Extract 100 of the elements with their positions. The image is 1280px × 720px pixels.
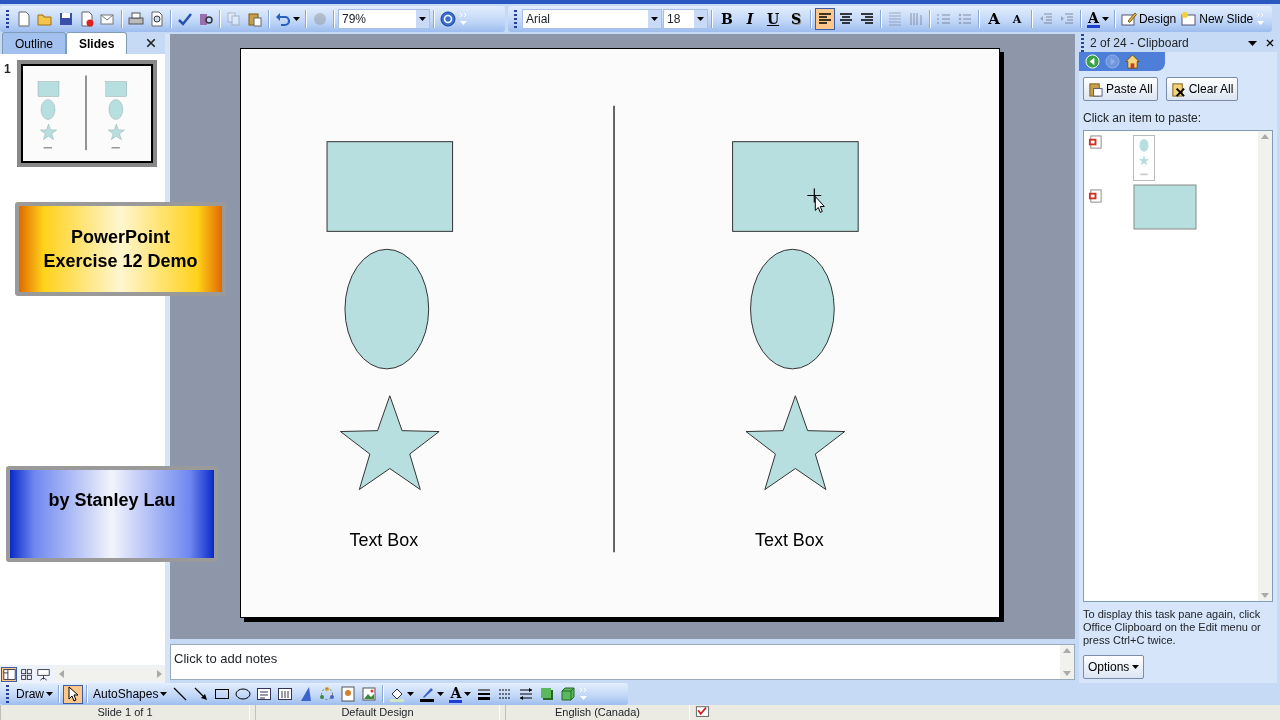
- text-box[interactable]: Text Box: [349, 530, 419, 551]
- task-pane-title: 2 of 24 - Clipboard: [1090, 35, 1190, 52]
- close-icon[interactable]: [145, 37, 157, 49]
- draw-menu-button[interactable]: Draw: [14, 684, 55, 704]
- slide-preview: [1133, 135, 1155, 181]
- autoshapes-menu-button[interactable]: AutoShapes: [91, 684, 170, 704]
- paste-all-icon: [1088, 81, 1103, 97]
- new-document-icon: [16, 11, 32, 27]
- help-icon: [440, 11, 456, 27]
- line-style-icon: [476, 686, 493, 702]
- research-icon: [198, 11, 214, 27]
- rectangle-shape[interactable]: [326, 141, 454, 232]
- caret-icon: [1132, 664, 1140, 670]
- caret-icon: [419, 16, 426, 22]
- clear-all-icon: [1170, 81, 1186, 97]
- new-slide-icon: [1181, 11, 1198, 27]
- bold-button[interactable]: B: [716, 8, 738, 30]
- oval-icon: [235, 686, 252, 702]
- font-color-button[interactable]: A: [1085, 8, 1111, 30]
- slide-show-button[interactable]: [35, 666, 51, 682]
- spelling-status-icon: [695, 705, 710, 719]
- line-spacing-icon: [887, 11, 903, 27]
- email-attachment-icon: [100, 11, 116, 27]
- clip-art-icon: [340, 686, 357, 702]
- info-text: To display this task pane again, click Office Clipboard on the Edit menu or press Ctrl+C twice.: [1083, 608, 1262, 647]
- home-icon: [1125, 54, 1140, 69]
- zoom-field[interactable]: 79%: [338, 9, 430, 29]
- rectangle-icon: [214, 686, 231, 702]
- help-button[interactable]: [438, 8, 458, 30]
- print-preview-icon: [149, 11, 165, 27]
- instruction-text: Click an item to paste:: [1083, 110, 1203, 127]
- options-button[interactable]: Options: [1083, 655, 1145, 679]
- pointer-button[interactable]: [63, 684, 83, 704]
- back-icon: [1085, 54, 1100, 69]
- decrease-indent-icon: [1038, 11, 1054, 27]
- text-direction-icon: [908, 11, 924, 27]
- design-pencil-button[interactable]: Design: [1118, 8, 1179, 30]
- align-right-icon: [859, 11, 875, 27]
- paste-all-button[interactable]: Paste All: [1083, 77, 1158, 101]
- shadow-style-icon: [539, 686, 556, 702]
- arrow-icon: [193, 686, 210, 702]
- slide-number: 1: [4, 61, 11, 78]
- status-text: Slide 1 of 1: [0, 705, 250, 720]
- grow-font-button[interactable]: A: [983, 8, 1005, 30]
- spelling-check-icon: [177, 11, 193, 27]
- new-slide-button[interactable]: New Slide: [1179, 8, 1256, 30]
- text-box[interactable]: Text Box: [755, 530, 824, 551]
- folder-icon: [37, 11, 53, 27]
- pointer-icon: [65, 686, 81, 702]
- star-shape[interactable]: [340, 395, 440, 491]
- design-pencil-icon: [1120, 11, 1137, 27]
- rectangle-preview: [1133, 184, 1197, 230]
- normal-view-button[interactable]: [1, 666, 17, 682]
- align-left-button[interactable]: [815, 8, 835, 30]
- caret-icon: [651, 16, 658, 22]
- back-button[interactable]: [1085, 54, 1100, 69]
- slide-sorter-button[interactable]: [18, 666, 34, 682]
- clear-all-button[interactable]: Clear All: [1165, 77, 1239, 101]
- text-shadow-button[interactable]: S: [785, 8, 807, 30]
- slide-sorter-icon: [19, 667, 33, 681]
- oval-shape[interactable]: [750, 248, 835, 370]
- align-left-icon: [817, 11, 833, 27]
- home-button[interactable]: [1125, 54, 1140, 69]
- picture-icon: [361, 686, 378, 702]
- 3d-cube-icon: [560, 686, 577, 702]
- status-text: English (Canada): [505, 705, 690, 720]
- font-size-field[interactable]: 18: [663, 9, 708, 29]
- oval-shape[interactable]: [344, 248, 430, 370]
- vertical-textbox-icon: [277, 686, 294, 702]
- status-text: Default Design: [255, 705, 500, 720]
- increase-indent-icon: [1059, 11, 1075, 27]
- shrink-font-button[interactable]: A: [1006, 8, 1028, 30]
- pane-tab[interactable]: Slides: [66, 32, 128, 54]
- slide-thumbnail[interactable]: [16, 60, 157, 167]
- underline-button[interactable]: U: [762, 8, 784, 30]
- font-color-button[interactable]: A: [447, 684, 474, 704]
- undo-icon: [275, 11, 291, 27]
- dropdown-icon[interactable]: [1248, 39, 1257, 47]
- italic-button[interactable]: I: [739, 8, 761, 30]
- caret-icon: [697, 16, 704, 22]
- close-icon[interactable]: [1265, 38, 1275, 48]
- line-icon: [172, 686, 189, 702]
- textbox-icon: [256, 686, 273, 702]
- title-banner: by Stanley Lau: [6, 466, 218, 562]
- align-center-icon: [838, 11, 854, 27]
- slide-show-icon: [36, 667, 50, 681]
- slide-file-icon: [1088, 189, 1103, 204]
- paste-icon: [247, 11, 263, 27]
- paintbrush-icon: [419, 686, 436, 702]
- numbered-list-icon: [936, 11, 952, 27]
- pane-tab[interactable]: Outline: [2, 32, 67, 54]
- printer-icon: [128, 11, 144, 27]
- move-cursor-icon: [806, 187, 825, 213]
- font-field[interactable]: Arial: [522, 9, 662, 29]
- bulleted-list-icon: [957, 11, 973, 27]
- copy-icon: [226, 11, 242, 27]
- paint-bucket-icon: [389, 686, 406, 702]
- rectangle-shape[interactable]: [732, 141, 859, 232]
- document-permission-icon: [79, 11, 95, 27]
- star-shape[interactable]: [745, 395, 846, 491]
